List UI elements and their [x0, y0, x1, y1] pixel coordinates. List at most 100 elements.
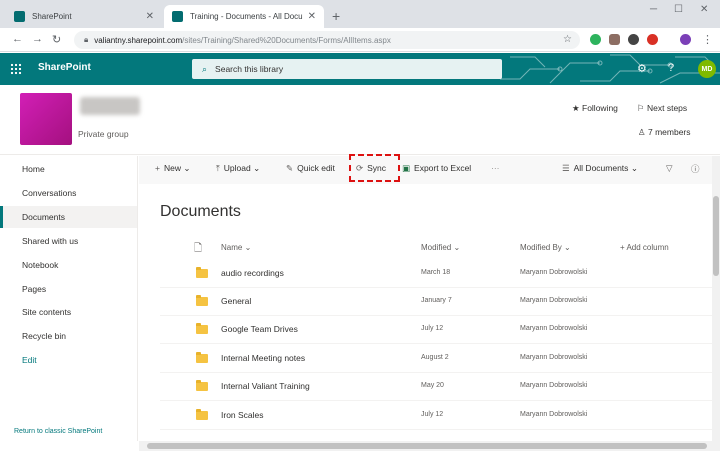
bookmark-star-icon[interactable]: ☆: [563, 34, 572, 45]
settings-gear-icon[interactable]: ⚙: [637, 62, 647, 75]
library-title: Documents: [160, 203, 241, 220]
app-launcher-icon[interactable]: [10, 63, 22, 75]
forward-arrow-icon[interactable]: →: [32, 33, 43, 45]
address-bar[interactable]: 🔒︎ valiantny.sharepoint.com/sites/Traini…: [74, 31, 580, 49]
next-steps-button[interactable]: ⚐ Next steps: [637, 103, 687, 114]
folder-name[interactable]: Iron Scales: [221, 410, 264, 420]
flag-icon: ⚐: [637, 103, 645, 113]
browser-menu-icon[interactable]: ⋮: [702, 33, 713, 46]
nav-edit-link[interactable]: Edit: [0, 349, 137, 371]
extension-red-icon[interactable]: [647, 34, 658, 45]
site-header: Private group ★ Following ⚐ Next steps ♙…: [0, 85, 720, 155]
folder-name[interactable]: audio recordings: [221, 268, 284, 278]
quick-edit-button[interactable]: ✎ Quick edit: [286, 163, 335, 174]
maximize-icon[interactable]: ☐: [674, 4, 683, 15]
upload-button[interactable]: ⤒ Upload ⌄: [216, 163, 260, 174]
nav-item-site-contents[interactable]: Site contents: [0, 301, 137, 323]
url-host: valiantny.sharepoint.com: [94, 35, 183, 45]
modified-date: July 12: [421, 411, 444, 418]
table-row[interactable]: Internal Meeting notes August 2 Maryann …: [160, 345, 712, 373]
export-to-excel-button[interactable]: ▣ Export to Excel: [402, 163, 471, 174]
folder-name[interactable]: General: [221, 296, 251, 306]
browser-tab-training-documents[interactable]: Training - Documents - All Docu ✕: [164, 5, 324, 28]
sync-highlight-annotation: [349, 154, 400, 182]
upload-label: Upload: [223, 163, 251, 173]
browser-toolbar: ← → ↻ 🔒︎ valiantny.sharepoint.com/sites/…: [0, 28, 720, 52]
browser-tab-strip: SharePoint ✕ Training - Documents - All …: [0, 0, 720, 28]
table-row[interactable]: Internal Valiant Training May 20 Maryann…: [160, 373, 712, 401]
filter-icon[interactable]: ▽: [666, 163, 673, 174]
close-window-icon[interactable]: ✕: [700, 4, 708, 15]
extension-green-icon[interactable]: [590, 34, 601, 45]
back-arrow-icon[interactable]: ←: [12, 33, 23, 45]
close-tab-icon[interactable]: ✕: [146, 11, 154, 22]
new-button[interactable]: + New ⌄: [155, 163, 190, 174]
nav-item-home[interactable]: Home: [0, 158, 137, 180]
folder-icon: [196, 295, 208, 306]
sharepoint-favicon-icon: [14, 11, 25, 22]
new-tab-button[interactable]: +: [332, 8, 340, 24]
modified-date: August 2: [421, 354, 449, 361]
nav-item-pages[interactable]: Pages: [0, 278, 137, 300]
return-to-classic-link[interactable]: Return to classic SharePoint: [14, 428, 102, 435]
close-tab-icon[interactable]: ✕: [308, 11, 316, 22]
view-label: All Documents: [573, 163, 629, 173]
site-name-blurred[interactable]: [80, 97, 140, 115]
members-label: 7 members: [648, 127, 691, 137]
column-header-modified-by[interactable]: Modified By ⌄: [520, 243, 571, 252]
file-type-icon[interactable]: 🗋: [194, 241, 202, 258]
modified-by: Maryann Dobrowolski: [520, 297, 588, 304]
search-input[interactable]: ⌕ Search this library: [192, 59, 502, 79]
modified-by: Maryann Dobrowolski: [520, 269, 588, 276]
folder-name[interactable]: Internal Valiant Training: [221, 381, 310, 391]
extension-dark-icon[interactable]: [628, 34, 639, 45]
help-icon[interactable]: ?: [668, 62, 674, 74]
table-row[interactable]: audio recordings March 18 Maryann Dobrow…: [160, 260, 712, 288]
nav-item-recycle-bin[interactable]: Recycle bin: [0, 325, 137, 347]
chevron-down-icon: ⌄: [183, 163, 191, 173]
profile-avatar-icon[interactable]: [680, 34, 691, 45]
folder-icon: [196, 409, 208, 420]
modified-by: Maryann Dobrowolski: [520, 382, 588, 389]
folder-name[interactable]: Internal Meeting notes: [221, 353, 305, 363]
extension-brown-icon[interactable]: [609, 34, 620, 45]
reload-icon[interactable]: ↻: [52, 33, 61, 46]
search-placeholder: Search this library: [215, 64, 284, 74]
next-steps-label: Next steps: [647, 103, 688, 113]
horizontal-scrollbar[interactable]: [139, 441, 720, 451]
person-icon: ♙: [638, 127, 646, 137]
browser-tab-sharepoint[interactable]: SharePoint ✕: [6, 5, 162, 28]
vertical-scrollbar[interactable]: [712, 156, 720, 441]
folder-name[interactable]: Google Team Drives: [221, 324, 298, 334]
pencil-icon: ✎: [286, 163, 294, 173]
following-button[interactable]: ★ Following: [572, 103, 618, 114]
more-commands-button[interactable]: ···: [491, 163, 500, 173]
nav-item-notebook[interactable]: Notebook: [0, 254, 137, 276]
scrollbar-thumb[interactable]: [713, 196, 719, 276]
modified-by: Maryann Dobrowolski: [520, 325, 588, 332]
table-row[interactable]: Google Team Drives July 12 Maryann Dobro…: [160, 316, 712, 344]
nav-item-documents[interactable]: Documents: [0, 206, 137, 228]
folder-icon: [196, 352, 208, 363]
table-row[interactable]: General January 7 Maryann Dobrowolski: [160, 288, 712, 316]
user-avatar[interactable]: MD: [698, 60, 716, 78]
new-label: New: [163, 163, 181, 173]
add-column-button[interactable]: + Add column: [620, 243, 669, 252]
column-header-modified[interactable]: Modified ⌄: [421, 243, 460, 252]
site-logo[interactable]: [20, 93, 72, 145]
nav-item-shared-with-us[interactable]: Shared with us: [0, 230, 137, 252]
scrollbar-thumb[interactable]: [147, 443, 707, 449]
info-icon[interactable]: ⓘ: [691, 163, 700, 175]
table-row[interactable]: Iron Scales July 12 Maryann Dobrowolski: [160, 402, 712, 430]
folder-icon: [196, 267, 208, 278]
members-button[interactable]: ♙ 7 members: [638, 127, 691, 138]
minimize-icon[interactable]: ─: [650, 4, 657, 15]
app-name[interactable]: SharePoint: [38, 62, 91, 73]
modified-by-header-label: Modified By: [520, 243, 562, 252]
modified-by: Maryann Dobrowolski: [520, 354, 588, 361]
circuit-pattern-decoration: [500, 54, 720, 84]
column-header-name[interactable]: Name ⌄: [221, 243, 251, 252]
nav-item-conversations[interactable]: Conversations: [0, 182, 137, 204]
view-switcher[interactable]: ☰ All Documents ⌄: [562, 163, 638, 174]
following-label: Following: [582, 103, 618, 113]
